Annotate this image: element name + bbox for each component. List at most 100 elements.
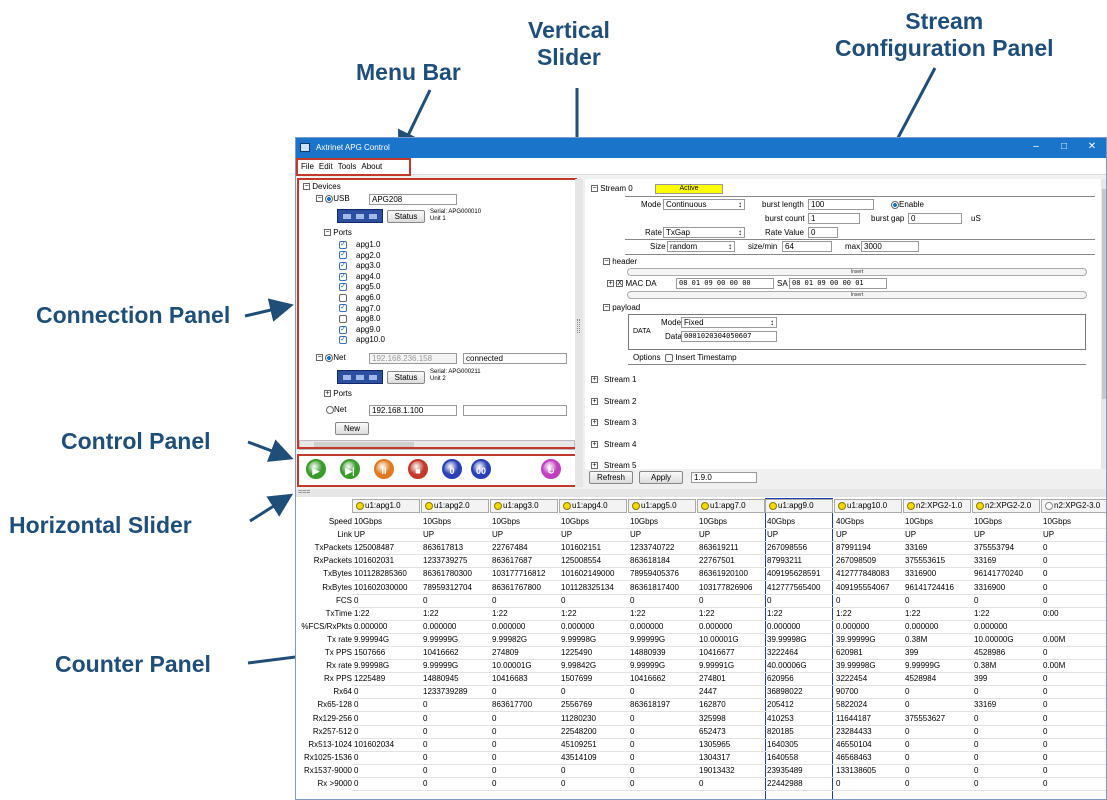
stream-label: Stream 5	[604, 461, 637, 469]
counter-column-header[interactable]: u1:apg3.0	[490, 499, 558, 513]
counter-column-header[interactable]: u1:apg5.0	[628, 499, 696, 513]
counter-cell: 0	[1043, 700, 1048, 710]
counter-cell: 101602030000	[354, 582, 408, 592]
burst-length-field[interactable]: 100	[808, 199, 874, 210]
counter-cell: 0	[1043, 595, 1048, 605]
header-node[interactable]: − header	[603, 257, 637, 267]
stream-actions: Refresh Apply 1.9.0	[585, 469, 1101, 487]
horizontal-slider[interactable]: ===	[296, 489, 1106, 497]
slider-grip-icon[interactable]	[577, 319, 580, 333]
counter-column-header[interactable]: n2:XPG2-2.0	[972, 499, 1040, 513]
counter-row-label: Tx rate	[327, 634, 352, 644]
collapse-toggle-icon[interactable]: −	[603, 304, 610, 312]
stream-node[interactable]: + Stream 3	[591, 418, 636, 428]
size-select[interactable]: random	[667, 241, 735, 252]
counter-column-header[interactable]: n2:XPG2-1.0	[903, 499, 971, 513]
apply-button[interactable]: Apply	[639, 471, 683, 484]
refresh-button[interactable]: Refresh	[589, 471, 633, 484]
counter-cell: 0.00M	[1043, 661, 1066, 671]
rate-select[interactable]: TxGap	[663, 227, 745, 238]
row-divider	[352, 606, 1106, 608]
counter-cell: 23284433	[836, 726, 872, 736]
counter-cell: 10416662	[630, 674, 666, 684]
counter-column-header[interactable]: n2:XPG2-3.0	[1041, 499, 1106, 513]
stream-node[interactable]: + Stream 4	[591, 440, 636, 450]
burst-gap-field[interactable]: 0	[908, 213, 962, 224]
vertical-slider[interactable]	[575, 179, 583, 487]
maximize-button[interactable]: □	[1057, 141, 1071, 152]
counter-cell: 9.99998G	[354, 661, 390, 671]
counter-cell: 11644187	[836, 713, 871, 723]
counter-column-header[interactable]: u1:apg1.0	[352, 499, 420, 513]
counter-cell: 1:22	[630, 608, 646, 618]
port-status-icon	[425, 502, 433, 510]
counter-cell: 9.99842G	[561, 661, 597, 671]
payload-data-field[interactable]: 0001020304050607	[681, 331, 777, 342]
counter-cell: 96141724416	[905, 582, 954, 592]
counter-column-header[interactable]: u1:apg4.0	[559, 499, 627, 513]
callout-horizontal-slider: Horizontal Slider	[9, 512, 192, 538]
slider-grip-icon[interactable]: ===	[298, 489, 310, 496]
counter-cell: 0.38M	[905, 634, 928, 644]
expand-toggle-icon[interactable]: +	[591, 397, 598, 405]
stream-node[interactable]: + Stream 2	[591, 397, 636, 407]
enable-radio[interactable]: Enable	[891, 200, 924, 210]
divider	[625, 196, 1095, 197]
delete-x-icon[interactable]: X	[616, 280, 624, 288]
menu-bar: File Edit Tools About	[296, 158, 1106, 175]
counter-cell: 0.38M	[974, 661, 997, 671]
insert-timestamp-checkbox[interactable]: Insert Timestamp	[665, 353, 737, 363]
size-min-field[interactable]: 64	[782, 241, 832, 252]
enable-radio-icon[interactable]	[891, 200, 899, 209]
counter-row-label: %FCS/RxPkts	[301, 621, 352, 631]
burst-count-field[interactable]: 1	[808, 213, 860, 224]
counter-column-header[interactable]: u1:apg9.0	[765, 499, 833, 513]
counter-cell: 620956	[767, 674, 794, 684]
da-field[interactable]: 08 01 09 00 00 00	[676, 278, 774, 289]
counter-cell: 205412	[767, 700, 794, 710]
expand-toggle-icon[interactable]: +	[607, 280, 614, 288]
max-field[interactable]: 3000	[861, 241, 919, 252]
rate-value-field[interactable]: 0	[808, 227, 838, 238]
stream0-label: Stream 0	[600, 184, 633, 193]
expand-toggle-icon[interactable]: +	[591, 419, 598, 427]
counter-cell: 1304317	[699, 752, 731, 762]
counter-cell: 0	[492, 765, 497, 775]
minimize-button[interactable]: –	[1029, 141, 1043, 152]
counter-cell: 0.000000	[630, 621, 664, 631]
insert-header-bar[interactable]: Insert	[627, 291, 1087, 299]
sa-field[interactable]: 08 01 09 00 00 01	[789, 278, 887, 289]
stream-v-scrollbar[interactable]	[1101, 179, 1106, 469]
counter-cell: 10.00001G	[492, 661, 532, 671]
expand-toggle-icon[interactable]: +	[591, 376, 598, 384]
counter-cell: UP	[423, 530, 435, 540]
scroll-thumb[interactable]	[1102, 189, 1106, 399]
counter-cell: 10416683	[492, 674, 528, 684]
counter-cell: 9.99999G	[905, 661, 941, 671]
column-label: u1:apg2.0	[434, 501, 470, 510]
stream-node[interactable]: + Stream 5	[591, 461, 636, 469]
expand-toggle-icon[interactable]: +	[591, 462, 598, 469]
counter-cell: 2556769	[561, 700, 593, 710]
counter-row-label: Rx64	[333, 687, 352, 697]
mode-select[interactable]: Continuous	[663, 199, 745, 210]
stream-node[interactable]: + Stream 1	[591, 375, 636, 385]
expand-toggle-icon[interactable]: +	[591, 440, 598, 448]
counter-cell: 39.99998G	[767, 634, 807, 644]
stream0-node[interactable]: − Stream 0	[591, 184, 633, 194]
counter-column-header[interactable]: u1:apg7.0	[697, 499, 765, 513]
counter-cell: 46568463	[836, 752, 872, 762]
checkbox-icon[interactable]	[665, 353, 673, 362]
close-button[interactable]: ✕	[1085, 141, 1099, 152]
counter-cell: UP	[905, 530, 917, 540]
collapse-toggle-icon[interactable]: −	[591, 185, 598, 193]
payload-node[interactable]: − payload	[603, 303, 640, 313]
counter-column-header[interactable]: u1:apg2.0	[421, 499, 489, 513]
control-panel-highlight	[297, 454, 577, 487]
counter-cell: 0	[492, 687, 497, 697]
payload-mode-select[interactable]: Fixed	[681, 317, 777, 328]
insert-header-bar[interactable]: Insert	[627, 268, 1087, 276]
collapse-toggle-icon[interactable]: −	[603, 258, 610, 266]
counter-cell: 0.000000	[699, 621, 733, 631]
counter-column-header[interactable]: u1:apg10.0	[834, 499, 902, 513]
